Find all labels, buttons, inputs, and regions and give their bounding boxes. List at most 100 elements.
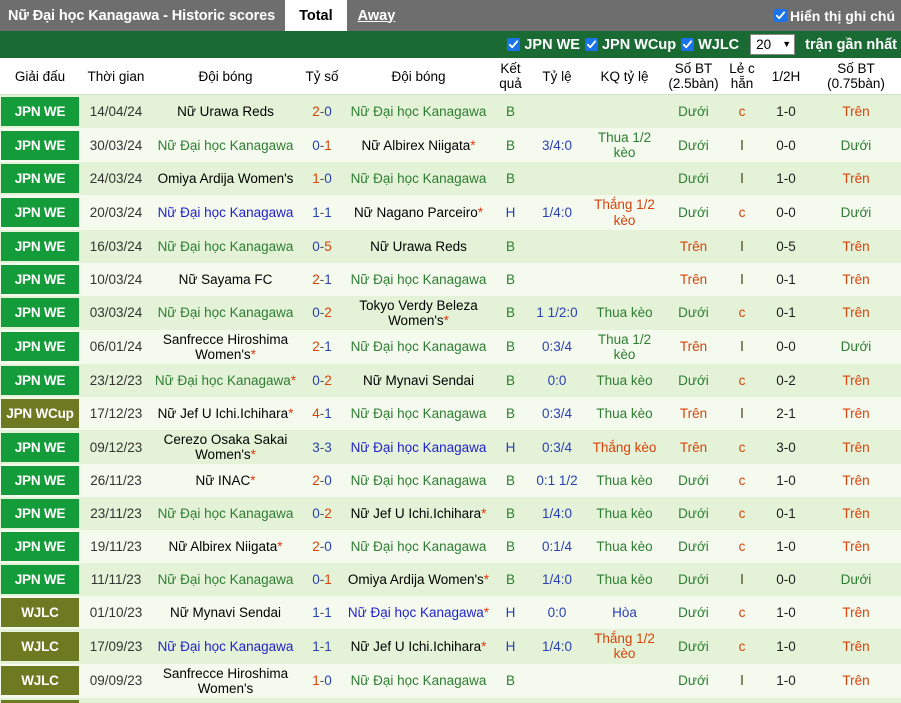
cell-league[interactable]: JPN WE <box>0 563 80 597</box>
table-row[interactable]: JPN WE 20/03/24 Nữ Đại học Kanagawa 1-1 Nữ N… <box>0 195 901 230</box>
cell-league[interactable]: JPN WE <box>0 262 80 296</box>
filter-jpn-wcup-checkbox[interactable] <box>584 38 598 51</box>
cell-away-team[interactable]: Nữ Đại học Kanagawa <box>345 464 492 498</box>
table-row[interactable]: WJLC02/09/23Nữ Đại học Kanagawa0-4Nữ Ura… <box>0 697 901 703</box>
filter-jpn-we[interactable]: JPN WE <box>507 37 580 53</box>
cell-home-team[interactable]: Nữ Sayama FC <box>152 262 299 296</box>
col-ou-075[interactable]: Số BT (0.75bàn) <box>811 58 901 96</box>
cell-home-team[interactable]: Nữ Jef U Ichi.Ichihara* <box>152 397 299 431</box>
cell-score[interactable]: 2-0 <box>299 464 345 498</box>
cell-home-team[interactable]: Omiya Ardija Women's <box>152 162 299 196</box>
cell-home-team[interactable]: Nữ Mynavi Sendai <box>152 596 299 630</box>
cell-score[interactable]: 1-1 <box>299 195 345 230</box>
cell-home-team[interactable]: Nữ Đại học Kanagawa <box>152 229 299 263</box>
col-odds-result[interactable]: KQ tỷ lệ <box>585 58 664 96</box>
cell-away-team[interactable]: Nữ Albirex Niigata* <box>345 128 492 163</box>
cell-away-team[interactable]: Tokyo Verdy Beleza Women's* <box>345 295 492 330</box>
cell-away-team[interactable]: Nữ Jef U Ichi.Ichihara* <box>345 497 492 531</box>
cell-score[interactable]: 1-1 <box>299 629 345 664</box>
cell-home-team[interactable]: Nữ INAC* <box>152 464 299 498</box>
cell-league[interactable]: JPN WE <box>0 530 80 564</box>
cell-home-team[interactable]: Cerezo Osaka Sakai Women's* <box>152 430 299 465</box>
cell-away-team[interactable]: Nữ Đại học Kanagawa <box>345 530 492 564</box>
col-result[interactable]: Kết quả <box>492 58 529 96</box>
cell-home-team[interactable]: Nữ Đại học Kanagawa <box>152 497 299 531</box>
col-half-time[interactable]: 1/2H <box>761 58 811 96</box>
filter-jpn-wcup[interactable]: JPN WCup <box>584 37 676 53</box>
cell-score[interactable]: 1-0 <box>299 663 345 698</box>
cell-score[interactable]: 0-1 <box>299 128 345 163</box>
table-row[interactable]: JPN WCup 17/12/23 Nữ Jef U Ichi.Ichihara* 4… <box>0 397 901 431</box>
table-row[interactable]: JPN WE 23/11/23 Nữ Đại học Kanagawa 0-2 Nữ J… <box>0 497 901 531</box>
cell-home-team[interactable]: Nữ Albirex Niigata* <box>152 530 299 564</box>
cell-away-team[interactable]: Nữ Jef U Ichi.Ichihara* <box>345 629 492 664</box>
col-home-team[interactable]: Đội bóng <box>152 58 299 96</box>
cell-score[interactable]: 0-5 <box>299 229 345 263</box>
col-league[interactable]: Giải đấu <box>0 58 80 96</box>
cell-league[interactable]: WJLC <box>0 629 80 664</box>
table-row[interactable]: JPN WE 09/12/23 Cerezo Osaka Sakai Women's… <box>0 430 901 465</box>
cell-league[interactable]: JPN WE <box>0 128 80 163</box>
cell-away-team[interactable]: Nữ Đại học Kanagawa <box>345 329 492 365</box>
cell-away-team[interactable]: Nữ Mynavi Sendai <box>345 364 492 398</box>
tab-total[interactable]: Total <box>285 0 347 31</box>
table-row[interactable]: WJLC 17/09/23 Nữ Đại học Kanagawa 1-1 Nữ Jef… <box>0 629 901 664</box>
cell-league[interactable]: JPN WE <box>0 464 80 498</box>
cell-score[interactable]: 1-1 <box>299 596 345 630</box>
cell-away-team[interactable]: Nữ Đại học Kanagawa <box>345 397 492 431</box>
col-score[interactable]: Tỷ số <box>299 58 345 96</box>
col-away-team[interactable]: Đội bóng <box>345 58 492 96</box>
table-row[interactable]: JPN WE 30/03/24 Nữ Đại học Kanagawa 0-1 Nữ A… <box>0 128 901 163</box>
cell-score[interactable]: 2-0 <box>299 94 345 129</box>
col-time[interactable]: Thời gian <box>80 58 152 96</box>
cell-score[interactable]: 2-0 <box>299 530 345 564</box>
table-row[interactable]: JPN WE 16/03/24 Nữ Đại học Kanagawa 0-5 Nữ U… <box>0 229 901 263</box>
cell-away-team[interactable]: Nữ Đại học Kanagawa <box>345 162 492 196</box>
cell-league[interactable]: JPN WE <box>0 162 80 196</box>
table-row[interactable]: JPN WE 19/11/23 Nữ Albirex Niigata* 2-0 Nữ Đ… <box>0 530 901 564</box>
cell-league[interactable]: JPN WE <box>0 229 80 263</box>
cell-score[interactable]: 0-1 <box>299 563 345 597</box>
cell-score[interactable]: 2-1 <box>299 262 345 296</box>
cell-league[interactable]: WJLC <box>0 697 80 703</box>
cell-home-team[interactable]: Sanfrecce Hiroshima Women's <box>152 663 299 698</box>
cell-home-team[interactable]: Sanfrecce Hiroshima Women's* <box>152 329 299 365</box>
table-row[interactable]: JPN WE 23/12/23 Nữ Đại học Kanagawa* 0-2 Nữ … <box>0 364 901 398</box>
cell-league[interactable]: JPN WE <box>0 329 80 365</box>
table-row[interactable]: JPN WE 26/11/23 Nữ INAC* 2-0 Nữ Đại học Kana… <box>0 464 901 498</box>
table-row[interactable]: WJLC 09/09/23 Sanfrecce Hiroshima Women's 1… <box>0 663 901 698</box>
cell-away-team[interactable]: Nữ Đại học Kanagawa <box>345 262 492 296</box>
cell-home-team[interactable]: Nữ Đại học Kanagawa <box>152 128 299 163</box>
cell-league[interactable]: JPN WCup <box>0 397 80 431</box>
cell-home-team[interactable]: Nữ Đại học Kanagawa <box>152 629 299 664</box>
show-notes-checkbox[interactable] <box>774 9 787 22</box>
table-row[interactable]: JPN WE 03/03/24 Nữ Đại học Kanagawa 0-2 Toky… <box>0 295 901 330</box>
cell-away-team[interactable]: Nữ Đại học Kanagawa* <box>345 596 492 630</box>
cell-home-team[interactable]: Nữ Đại học Kanagawa <box>152 697 299 703</box>
cell-score[interactable]: 3-3 <box>299 430 345 465</box>
cell-home-team[interactable]: Nữ Urawa Reds <box>152 94 299 129</box>
cell-away-team[interactable]: Nữ Đại học Kanagawa <box>345 430 492 465</box>
cell-score[interactable]: 4-1 <box>299 397 345 431</box>
cell-away-team[interactable]: Nữ Nagano Parceiro* <box>345 195 492 230</box>
cell-home-team[interactable]: Nữ Đại học Kanagawa <box>152 195 299 230</box>
filter-jpn-we-checkbox[interactable] <box>507 38 521 51</box>
cell-score[interactable]: 1-0 <box>299 162 345 196</box>
cell-league[interactable]: JPN WE <box>0 94 80 129</box>
cell-league[interactable]: WJLC <box>0 596 80 630</box>
cell-away-team[interactable]: Omiya Ardija Women's* <box>345 563 492 597</box>
table-row[interactable]: JPN WE 11/11/23 Nữ Đại học Kanagawa 0-1 Omiy… <box>0 563 901 597</box>
cell-score[interactable]: 0-2 <box>299 295 345 330</box>
cell-league[interactable]: JPN WE <box>0 497 80 531</box>
table-row[interactable]: WJLC 01/10/23 Nữ Mynavi Sendai 1-1 Nữ Đại họ… <box>0 596 901 630</box>
col-odd-even[interactable]: Lẻ c hẵn <box>723 58 761 96</box>
cell-league[interactable]: JPN WE <box>0 195 80 230</box>
cell-away-team[interactable]: Nữ Đại học Kanagawa <box>345 663 492 698</box>
cell-league[interactable]: WJLC <box>0 663 80 698</box>
cell-away-team[interactable]: Nữ Urawa Reds* <box>345 697 492 703</box>
tab-away[interactable]: Away <box>347 0 407 31</box>
cell-league[interactable]: JPN WE <box>0 295 80 330</box>
cell-score[interactable]: 2-1 <box>299 329 345 365</box>
cell-away-team[interactable]: Nữ Urawa Reds <box>345 229 492 263</box>
cell-league[interactable]: JPN WE <box>0 364 80 398</box>
